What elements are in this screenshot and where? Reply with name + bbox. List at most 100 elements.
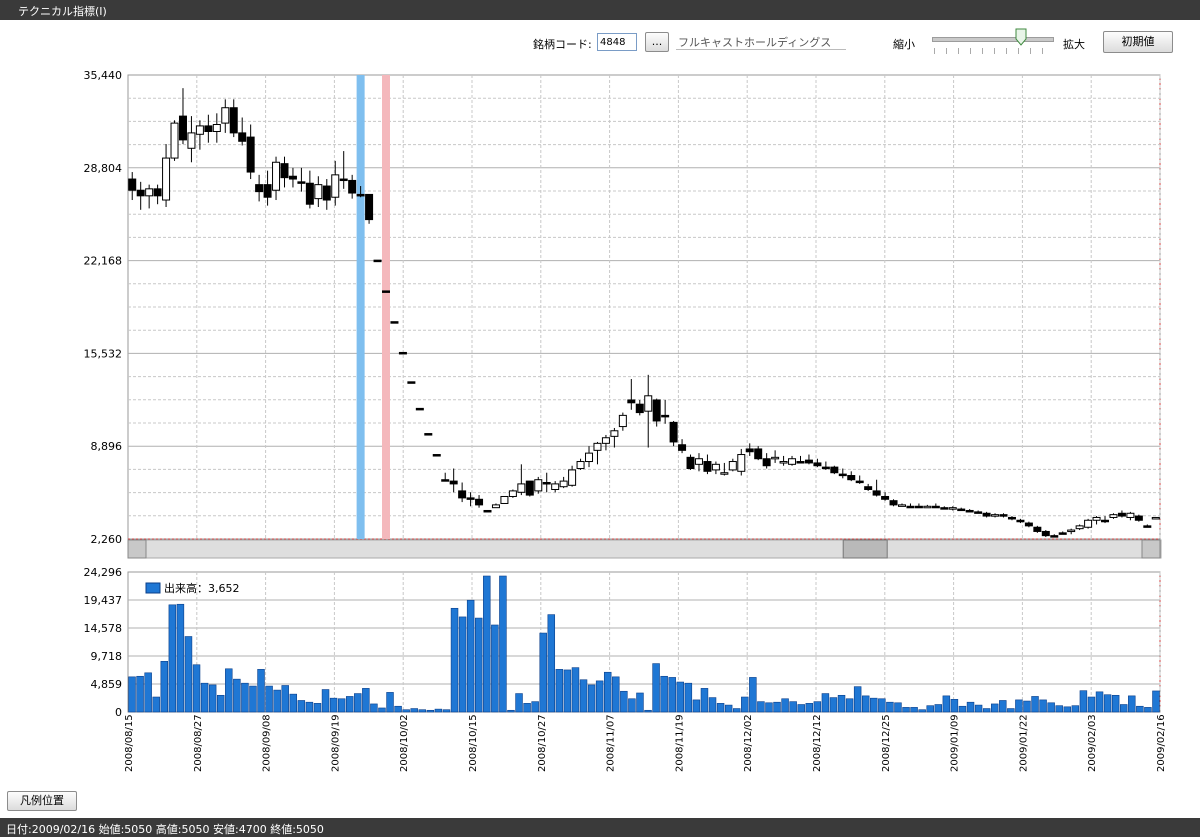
- price-y-tick: 15,532: [84, 347, 123, 360]
- volume-bar: [990, 703, 999, 713]
- volume-bar: [1144, 707, 1152, 713]
- candle-body-down: [982, 512, 991, 517]
- code-input[interactable]: [597, 33, 637, 51]
- price-scrollbar[interactable]: [127, 539, 1162, 559]
- volume-bar: [160, 660, 169, 713]
- candle-body-down: [297, 181, 306, 184]
- volume-bar: [233, 678, 241, 713]
- volume-bar: [837, 694, 846, 713]
- volume-bar: [184, 636, 193, 713]
- volume-x-tick: 2009/01/22: [1018, 714, 1029, 772]
- volume-bar: [249, 685, 257, 713]
- volume-bar: [265, 685, 273, 713]
- company-name: フルキャストホールディングス: [676, 32, 846, 50]
- price-y-tick: 22,168: [84, 255, 123, 268]
- volume-bar: [974, 704, 983, 713]
- candle-body-down: [466, 497, 475, 500]
- candle-body-down: [652, 399, 661, 422]
- candle-body-down: [957, 508, 966, 512]
- candle-body-up: [593, 442, 602, 451]
- reset-button[interactable]: 初期値: [1103, 31, 1173, 53]
- volume-bar: [547, 614, 556, 713]
- candle-body-down: [914, 505, 923, 509]
- candle-body-down: [483, 509, 492, 513]
- candle-body-up: [618, 414, 627, 428]
- volume-bar: [894, 702, 902, 713]
- candle: [365, 193, 374, 224]
- volume-bar: [829, 697, 838, 713]
- volume-bar: [136, 675, 144, 713]
- candle-body-down: [525, 480, 534, 496]
- volume-bar: [845, 698, 854, 713]
- candle-body-down: [821, 466, 830, 470]
- volume-bar: [402, 709, 410, 713]
- scrollbar-right-button[interactable]: [1141, 539, 1161, 559]
- volume-bar: [329, 697, 338, 713]
- candle-body-down: [669, 421, 678, 443]
- volume-bar: [273, 689, 281, 713]
- candle-body-up: [1067, 529, 1076, 533]
- candle-body-down: [1134, 515, 1143, 521]
- candle-body-up: [162, 157, 171, 201]
- volume-bar: [926, 705, 934, 713]
- candle-body-up: [644, 395, 653, 412]
- candle-body-down: [906, 505, 915, 509]
- candle-body-down: [255, 184, 264, 193]
- scrollbar-thumb[interactable]: [842, 539, 888, 559]
- candle-body-up: [491, 504, 500, 509]
- zoom-slider-thumb[interactable]: [1015, 28, 1027, 46]
- volume-bar: [708, 697, 717, 713]
- price-y-tick: 28,804: [84, 162, 123, 175]
- volume-bar: [491, 624, 499, 713]
- candle-body-up: [711, 463, 720, 471]
- volume-bar: [789, 701, 797, 713]
- legend-position-button[interactable]: 凡例位置: [7, 791, 77, 811]
- volume-bar: [813, 701, 822, 713]
- volume-bar: [257, 669, 265, 713]
- volume-bar: [636, 692, 644, 713]
- candle-body-up: [728, 461, 737, 471]
- candle-body-up: [737, 454, 746, 472]
- volume-x-tick: 2008/10/27: [537, 714, 548, 772]
- candle-body-down: [415, 407, 424, 411]
- volume-x-tick: 2008/12/12: [812, 714, 823, 772]
- volume-bar: [370, 703, 378, 713]
- candle-body-down: [965, 509, 974, 513]
- volume-bar: [289, 693, 298, 713]
- candle-body-down: [407, 381, 416, 384]
- candle-body-down: [178, 115, 187, 141]
- candle-body-up: [1151, 516, 1160, 520]
- candle-body-up: [610, 430, 619, 437]
- volume-bar: [620, 690, 628, 713]
- volume-bar: [660, 675, 668, 713]
- volume-chart[interactable]: 24,296 19,437 14,578 9,718 4,859 0 出来高：3,652 20…: [0, 560, 1200, 810]
- zoom-slider[interactable]: [932, 37, 1054, 42]
- candle: [432, 454, 441, 457]
- candle-body-down: [458, 490, 467, 499]
- volume-bar: [539, 632, 547, 713]
- volume-bar: [870, 697, 878, 713]
- volume-bar: [644, 709, 652, 713]
- candle: [889, 499, 898, 507]
- candle-body-down: [813, 462, 822, 467]
- candle: [424, 433, 433, 436]
- volume-x-tick: 2008/12/25: [881, 714, 892, 772]
- candle-body-down: [1058, 532, 1067, 535]
- scrollbar-left-button[interactable]: [127, 539, 147, 559]
- volume-bar: [200, 682, 209, 713]
- price-chart[interactable]: 35,440 28,804 22,168 15,532 8,896 2,260: [0, 60, 1200, 560]
- candle: [373, 259, 382, 263]
- candle-body-up: [195, 125, 204, 135]
- volume-bar: [434, 708, 443, 713]
- candle: [1084, 518, 1093, 529]
- volume-bar: [1055, 705, 1063, 713]
- volume-bar: [144, 672, 152, 713]
- candle-body-up: [771, 456, 780, 460]
- candle-body-down: [855, 480, 864, 484]
- volume-bar: [587, 684, 596, 713]
- candle-body-down: [872, 490, 881, 496]
- volume-bar: [1071, 705, 1080, 713]
- pink-marker-line: [382, 75, 390, 539]
- volume-bar: [128, 676, 136, 713]
- browse-button[interactable]: ...: [645, 32, 669, 52]
